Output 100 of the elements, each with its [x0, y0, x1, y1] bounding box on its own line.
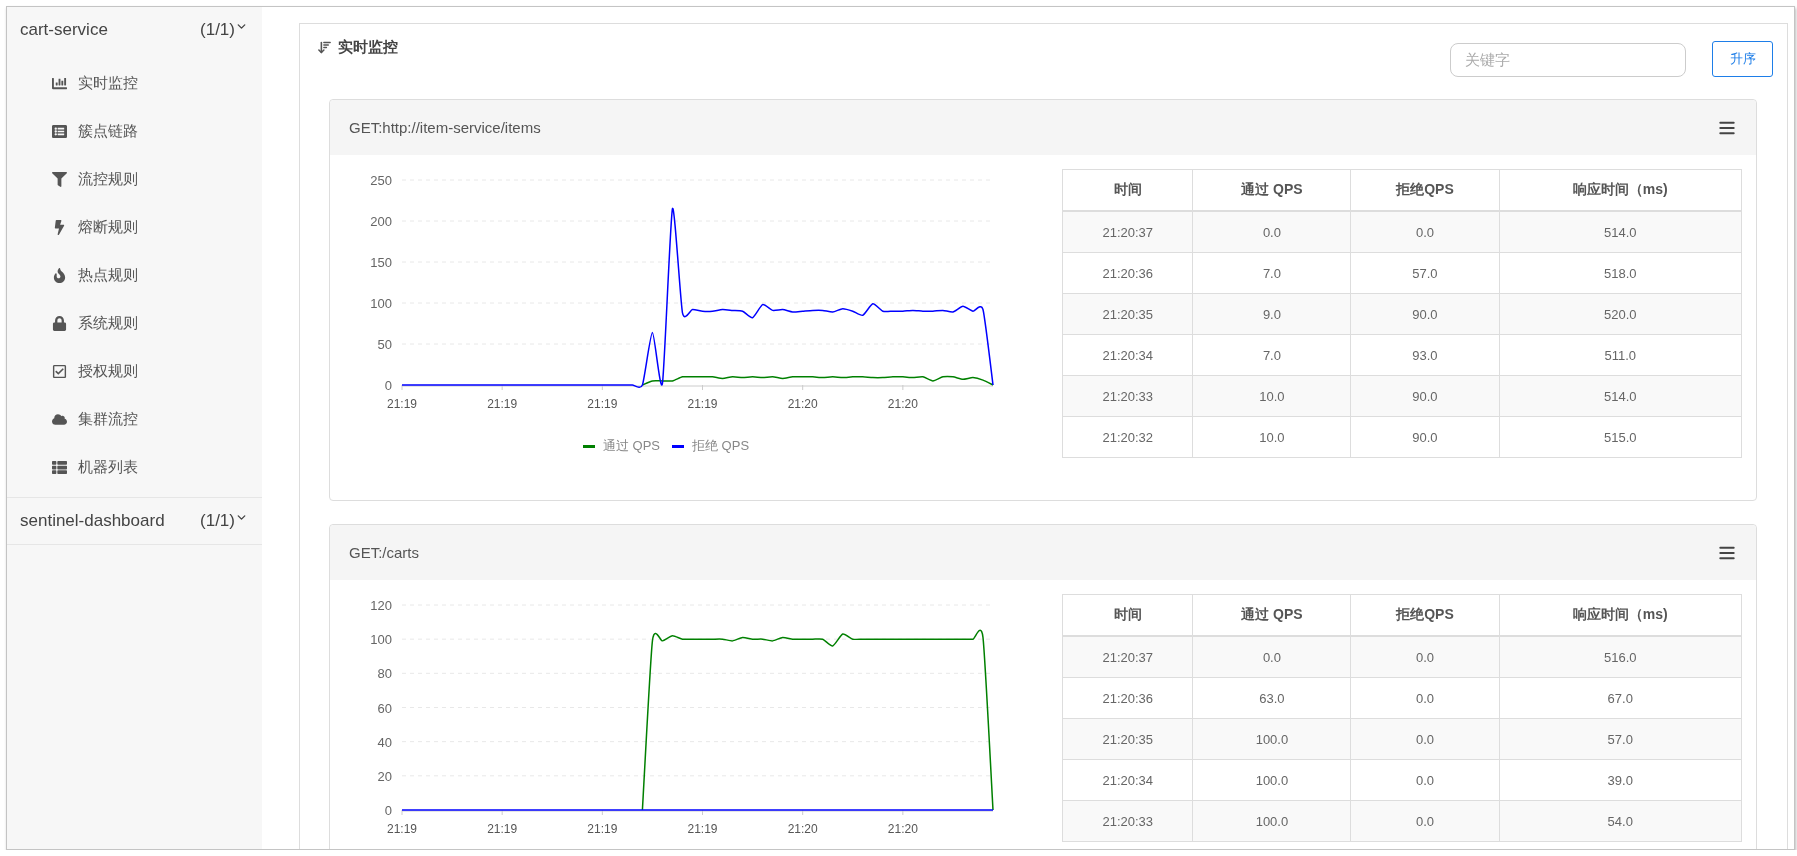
- x-axis-label: 21:20: [787, 397, 818, 411]
- menu-item[interactable]: 热点规则: [7, 251, 262, 299]
- table-cell: 63.0: [1192, 677, 1351, 719]
- table-cell: 100.0: [1192, 759, 1351, 801]
- panel-title: 实时监控: [338, 38, 398, 57]
- instance-count: (1/1): [200, 20, 235, 40]
- x-axis-label: 21:19: [387, 397, 417, 411]
- table-cell: 67.0: [1499, 677, 1742, 719]
- table-cell: 511.0: [1499, 334, 1742, 376]
- cloud-icon: [52, 411, 67, 427]
- x-axis-label: 21:19: [487, 822, 518, 836]
- table-cell: 520.0: [1499, 293, 1742, 335]
- table-cell: 21:20:34: [1062, 759, 1193, 801]
- y-axis-label: 250: [370, 173, 392, 188]
- table-cell: 7.0: [1192, 252, 1351, 294]
- menu-label: 系统规则: [78, 313, 138, 333]
- y-axis-label: 0: [384, 378, 392, 393]
- lock-icon: [52, 315, 67, 331]
- table-cell: 0.0: [1192, 636, 1351, 678]
- table-cell: 21:20:36: [1062, 677, 1193, 719]
- menu-item[interactable]: 簇点链路: [7, 107, 262, 155]
- table-cell: 515.0: [1499, 416, 1742, 458]
- menu-item[interactable]: 熔断规则: [7, 203, 262, 251]
- menu-label: 熔断规则: [78, 217, 138, 237]
- app-name: cart-service: [20, 20, 109, 40]
- filter-icon: [52, 171, 67, 187]
- resource-title: GET:/carts: [349, 544, 420, 561]
- checkbox-icon: [52, 363, 67, 379]
- menu-item[interactable]: 流控规则: [7, 155, 262, 203]
- menu-label: 授权规则: [78, 361, 138, 381]
- y-axis-label: 150: [370, 255, 392, 270]
- table-cell: 0.0: [1350, 677, 1499, 719]
- table-cell: 100.0: [1192, 718, 1351, 760]
- table-cell: 514.0: [1499, 375, 1742, 417]
- table-cell: 21:20:34: [1062, 334, 1193, 376]
- legend-label: 通过 QPS: [602, 437, 660, 455]
- table-cell: 21:20:36: [1062, 252, 1193, 294]
- sort-button[interactable]: 升序: [1712, 40, 1773, 77]
- menu-item[interactable]: 实时监控: [7, 59, 262, 107]
- app-group-header[interactable]: sentinel-dashboard (1/1): [7, 498, 262, 545]
- y-axis-label: 100: [370, 296, 392, 311]
- table-cell: 90.0: [1350, 375, 1499, 417]
- y-axis-label: 50: [377, 337, 392, 352]
- y-axis-label: 100: [370, 632, 392, 648]
- search-field[interactable]: 关键字: [1450, 42, 1686, 77]
- x-axis-label: 21:20: [887, 822, 918, 836]
- table-cell: 0.0: [1350, 718, 1499, 760]
- table-cell: 21:20:35: [1062, 718, 1193, 760]
- menu-item[interactable]: 授权规则: [7, 347, 262, 395]
- resource-title: GET:http://item-service/items: [349, 119, 542, 136]
- x-axis-label: 21:19: [487, 397, 518, 411]
- table-cell: 54.0: [1499, 800, 1742, 842]
- x-axis-label: 21:19: [587, 397, 618, 411]
- table-cell: 21:20:32: [1062, 416, 1193, 458]
- table-cell: 57.0: [1499, 718, 1742, 760]
- menu-item[interactable]: 系统规则: [7, 299, 262, 347]
- menu-item[interactable]: 集群流控: [7, 395, 262, 443]
- table-cell: 514.0: [1499, 211, 1742, 253]
- app-name: sentinel-dashboard: [20, 511, 166, 531]
- table-cell: 0.0: [1350, 636, 1499, 678]
- menu-label: 实时监控: [78, 73, 138, 93]
- y-axis-label: 120: [370, 598, 392, 613]
- table-cell: 57.0: [1350, 252, 1499, 294]
- bolt-icon: [52, 219, 67, 235]
- table-cell: 9.0: [1192, 293, 1351, 335]
- table-cell: 100.0: [1192, 800, 1351, 842]
- table-cell: 21:20:37: [1062, 211, 1193, 253]
- x-axis-label: 21:19: [387, 822, 417, 836]
- legend-label: 拒绝 QPS: [692, 437, 750, 455]
- table-cell: 21:20:33: [1062, 800, 1193, 842]
- y-axis-label: 80: [377, 666, 392, 682]
- x-axis-label: 21:20: [887, 397, 918, 411]
- y-axis-label: 60: [377, 700, 392, 716]
- menu-label: 簇点链路: [78, 121, 138, 141]
- list-icon: [52, 459, 67, 475]
- list-icon: [52, 123, 67, 139]
- table-cell: 21:20:33: [1062, 375, 1193, 417]
- table-cell: 39.0: [1499, 759, 1742, 801]
- menu-label: 热点规则: [78, 265, 138, 285]
- app-group-header[interactable]: cart-service (1/1): [7, 7, 262, 53]
- menu-item[interactable]: 机器列表: [7, 443, 262, 491]
- menu-label: 集群流控: [78, 409, 138, 429]
- table-cell: 93.0: [1350, 334, 1499, 376]
- sort-icon: [317, 40, 332, 55]
- table-cell: 90.0: [1350, 416, 1499, 458]
- table-cell: 10.0: [1192, 375, 1351, 417]
- table-cell: 90.0: [1350, 293, 1499, 335]
- table-cell: 21:20:37: [1062, 636, 1193, 678]
- table-cell: 516.0: [1499, 636, 1742, 678]
- y-axis-label: 0: [384, 803, 392, 818]
- instance-count: (1/1): [200, 511, 235, 531]
- y-axis-label: 40: [377, 734, 392, 750]
- menu-label: 机器列表: [78, 457, 138, 477]
- table-cell: 518.0: [1499, 252, 1742, 294]
- table-cell: 10.0: [1192, 416, 1351, 458]
- x-axis-label: 21:19: [687, 822, 718, 836]
- table-cell: 7.0: [1192, 334, 1351, 376]
- x-axis-label: 21:20: [787, 822, 818, 836]
- bar-chart-icon: [52, 75, 67, 91]
- fire-icon: [52, 267, 67, 283]
